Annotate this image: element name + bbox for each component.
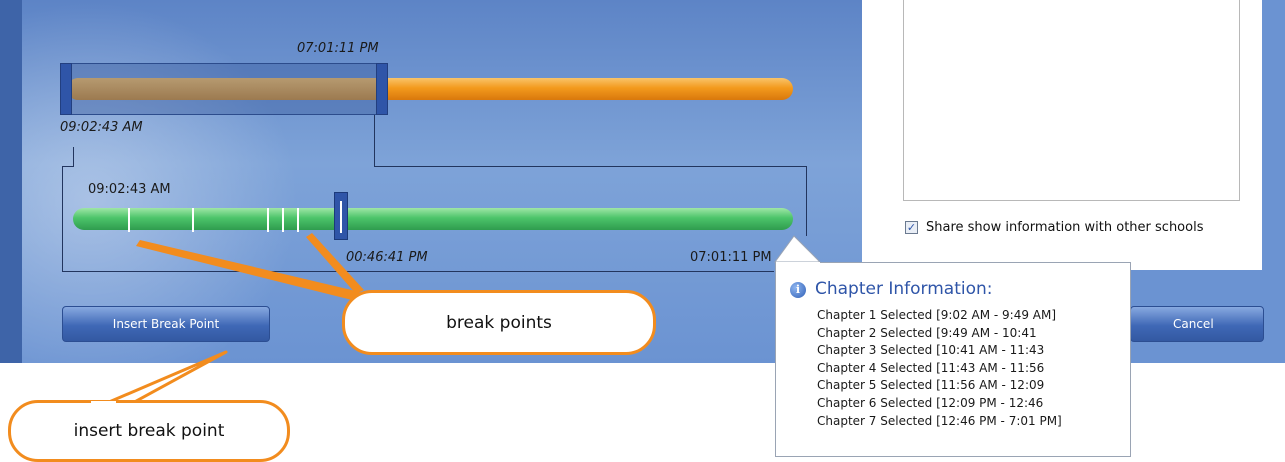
- callout-pointer-cover: [91, 401, 116, 405]
